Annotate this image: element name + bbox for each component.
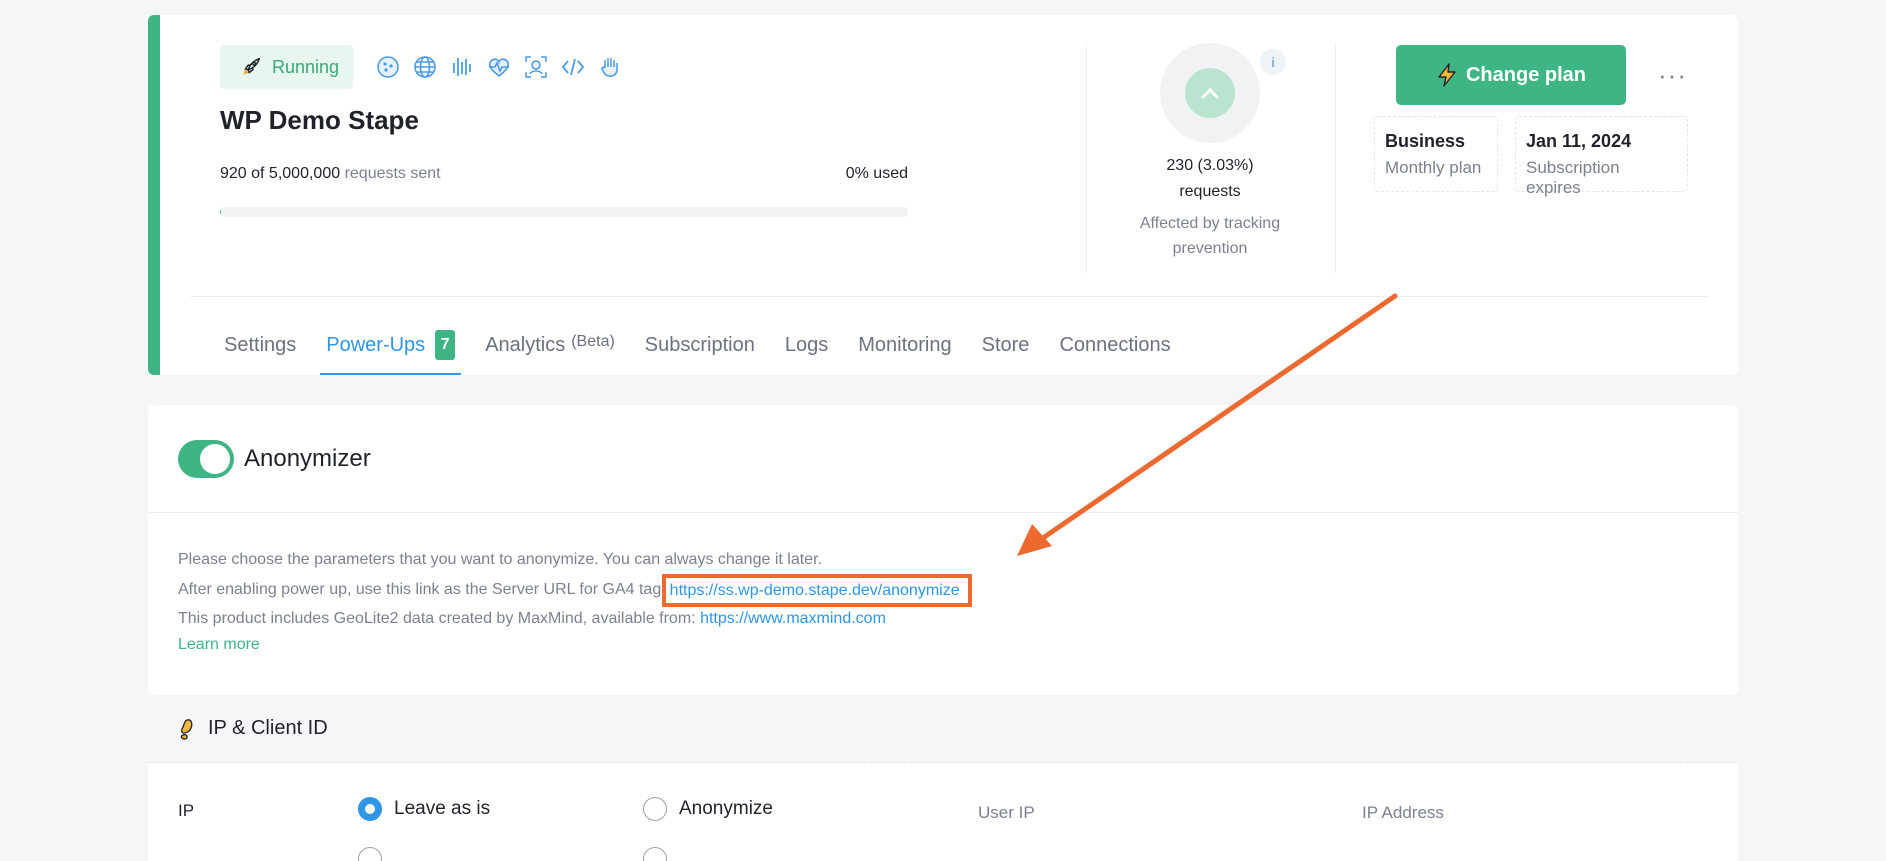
plan-type: Monthly plan xyxy=(1385,158,1482,177)
ip-client-id-header: IP & Client ID xyxy=(148,695,1738,763)
status-accent-bar xyxy=(148,15,160,375)
lightning-icon xyxy=(1438,63,1456,87)
chevron-up-icon xyxy=(1201,87,1219,99)
tab-logs[interactable]: Logs xyxy=(779,315,834,375)
tracking-unit: requests xyxy=(1179,183,1241,200)
tracking-note: Affected by tracking prevention xyxy=(1139,215,1281,257)
change-plan-button[interactable]: Change plan xyxy=(1396,45,1626,105)
ip-settings-row: IP Leave as is Anonymize User IP IP Addr… xyxy=(148,763,1738,861)
radio-label: Anonymize xyxy=(679,798,773,819)
used-percent: 0% used xyxy=(845,165,908,182)
hand-icon[interactable] xyxy=(596,53,624,81)
divider xyxy=(1335,43,1336,273)
code-icon[interactable] xyxy=(559,53,587,81)
requests-count: 920 of 5,000,000 xyxy=(220,165,341,182)
anonymizer-description: Please choose the parameters that you wa… xyxy=(148,513,1738,657)
tab-connections[interactable]: Connections xyxy=(1053,315,1176,375)
tab-analytics[interactable]: Analytics (Beta) xyxy=(479,315,621,375)
container-tabs: Settings Power-Ups 7 Analytics (Beta) Subs… xyxy=(218,315,1195,375)
plan-name-box: Business Monthly plan xyxy=(1374,116,1498,192)
learn-more-link[interactable]: Learn more xyxy=(178,632,1708,658)
heartbeat-icon[interactable] xyxy=(485,53,513,81)
expiry-label: Subscription expires xyxy=(1526,158,1620,197)
tracking-value: 230 (3.03%) requests xyxy=(1110,153,1310,205)
radio-next-row-a[interactable] xyxy=(358,847,394,861)
cookie-icon[interactable] xyxy=(374,53,402,81)
footprint-icon xyxy=(180,718,193,740)
change-plan-label: Change plan xyxy=(1465,63,1586,86)
anonymizer-card: Anonymizer Please choose the parameters … xyxy=(148,405,1738,695)
anonymizer-toggle[interactable] xyxy=(178,439,234,478)
server-url-link[interactable]: https://ss.wp-demo.stape.dev/anonymize xyxy=(670,582,960,599)
rocket-icon xyxy=(243,57,261,75)
geolite-prefix: This product includes GeoLite2 data crea… xyxy=(178,610,696,627)
tab-store[interactable]: Store xyxy=(976,315,1036,375)
tracking-count: 230 (3.03%) xyxy=(1166,157,1254,174)
globe-icon[interactable] xyxy=(411,53,439,81)
info-icon[interactable]: i xyxy=(1260,49,1286,75)
container-name: WP Demo Stape xyxy=(220,105,419,135)
radio-unselected-icon xyxy=(643,797,667,821)
powerups-count-badge: 7 xyxy=(435,330,456,360)
usage-progress-bar xyxy=(220,207,908,217)
status-badge: Running xyxy=(220,45,353,89)
radio-leave-as-is[interactable]: Leave as is xyxy=(358,797,490,821)
anonymizer-header: Anonymizer xyxy=(148,405,1738,513)
container-card: Running WP Demo Stape 920 of 5,000,000 r… xyxy=(148,15,1738,375)
tab-settings[interactable]: Settings xyxy=(218,315,302,375)
powerup-icons xyxy=(374,53,624,81)
maxmind-link[interactable]: https://www.maxmind.com xyxy=(700,610,886,627)
anonymizer-title: Anonymizer xyxy=(244,444,371,472)
radio-next-row-b[interactable] xyxy=(643,847,679,861)
ip-address-label: IP Address xyxy=(1362,803,1444,822)
plan-name: Business xyxy=(1385,131,1466,151)
description-line: Please choose the parameters that you wa… xyxy=(178,551,822,568)
geolite-line: This product includes GeoLite2 data crea… xyxy=(178,606,1708,632)
tracking-indicator xyxy=(1160,43,1260,143)
divider xyxy=(1086,43,1087,273)
server-url-line: After enabling power up, use this link a… xyxy=(178,573,1708,607)
tab-power-ups[interactable]: Power-Ups 7 xyxy=(320,315,462,375)
divider xyxy=(190,296,1708,297)
plan-expiry-box: Jan 11, 2024 Subscription expires xyxy=(1515,116,1688,197)
radio-label: Leave as is xyxy=(394,798,491,819)
tab-subscription[interactable]: Subscription xyxy=(639,315,761,375)
audio-bars-icon[interactable] xyxy=(448,53,476,81)
ip-row-label: IP xyxy=(178,801,195,820)
user-ip-label: User IP xyxy=(978,803,1035,822)
radio-anonymize[interactable]: Anonymize xyxy=(643,797,773,821)
tab-monitoring[interactable]: Monitoring xyxy=(852,315,957,375)
status-text: Running xyxy=(272,56,340,77)
face-scan-icon[interactable] xyxy=(522,53,550,81)
usage-summary: 920 of 5,000,000 requests sent 0% used xyxy=(220,165,908,183)
requests-label: requests sent xyxy=(344,165,441,182)
server-url-prefix: After enabling power up, use this link a… xyxy=(178,580,662,598)
ip-section-title: IP & Client ID xyxy=(208,717,328,739)
beta-label: (Beta) xyxy=(571,333,615,350)
expiry-date: Jan 11, 2024 xyxy=(1526,131,1632,151)
highlight-box: https://ss.wp-demo.stape.dev/anonymize xyxy=(661,573,972,607)
radio-selected-icon xyxy=(358,797,382,821)
more-options-icon[interactable]: ··· xyxy=(1658,60,1687,91)
